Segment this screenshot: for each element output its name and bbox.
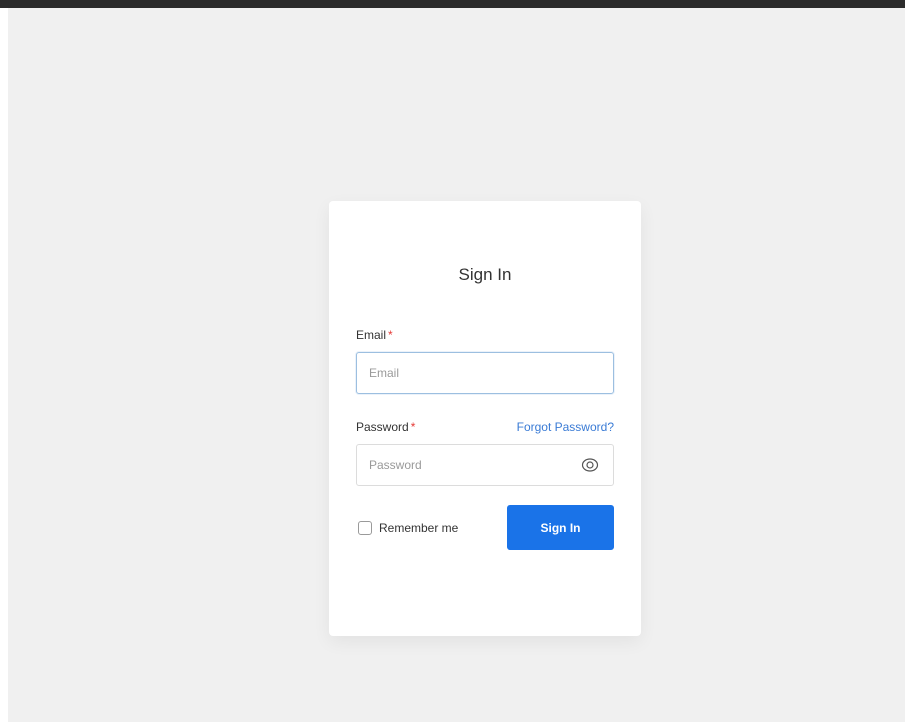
forgot-password-link[interactable]: Forgot Password?	[517, 420, 614, 434]
password-label: Password *	[356, 420, 415, 434]
email-label-text: Email	[356, 328, 387, 342]
remember-me[interactable]: Remember me	[358, 521, 458, 535]
password-required-mark: *	[410, 420, 416, 434]
sign-in-title: Sign In	[458, 265, 512, 284]
email-label: Email *	[356, 328, 393, 342]
eye-icon[interactable]	[581, 456, 599, 474]
sign-in-button[interactable]: Sign In	[507, 505, 614, 550]
remember-me-label: Remember me	[379, 521, 459, 535]
password-label-text: Password	[356, 420, 409, 434]
email-required-mark: *	[388, 328, 393, 342]
email-input[interactable]	[356, 352, 614, 394]
top-bar	[0, 0, 905, 8]
sign-in-card: Sign In Email* Password* Forgot Password…	[329, 201, 641, 636]
password-input[interactable]	[356, 444, 614, 486]
remember-me-checkbox[interactable]	[358, 521, 372, 535]
page-background: Sign In Email* Password* Forgot Password…	[8, 8, 905, 722]
